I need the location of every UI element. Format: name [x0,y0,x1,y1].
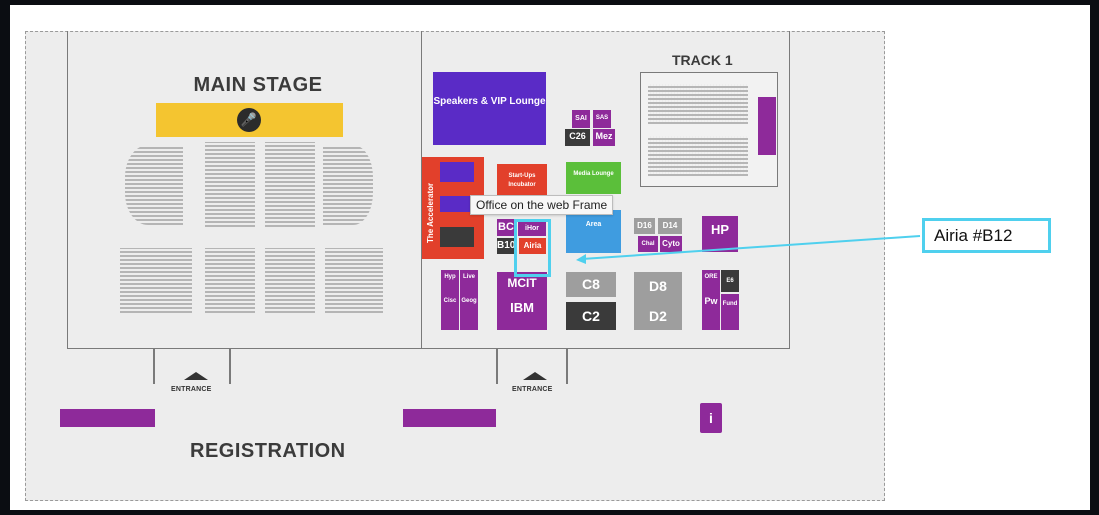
airia-callout: Airia #B12 [922,218,1051,253]
callout-arrow [576,235,921,264]
